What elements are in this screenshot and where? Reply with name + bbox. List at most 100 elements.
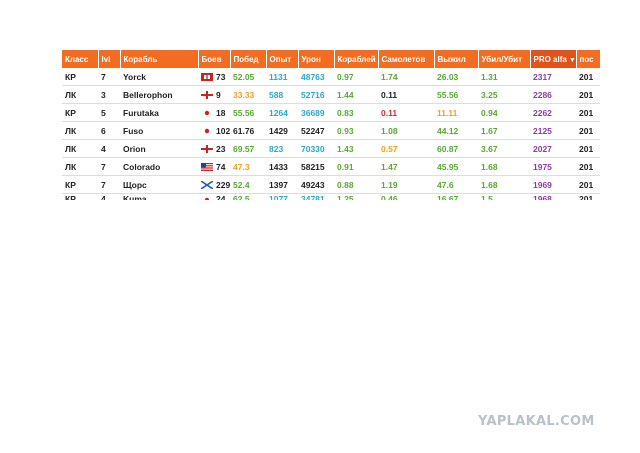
table-row[interactable]: ЛК 7 Colorado 74 47.3 1433 58215 0.91 1.47 45.95 1…: [62, 157, 600, 176]
cell-pro: 2262: [530, 103, 576, 122]
column-header-0[interactable]: Класс: [62, 50, 99, 68]
table-body: КР 7 Yorck 73 52.05 1131 48763 0.97 1.74 26.03 1.3…: [62, 68, 600, 200]
cell-last: 201: [576, 157, 600, 176]
cell-wins: 52.4: [230, 175, 266, 194]
flag-icon: [201, 109, 213, 118]
cell-surv: 60.87: [434, 139, 478, 158]
ship-stats-table: Класс lvl Корабль Боев Побед Опыт Урон Кораблей…: [62, 50, 600, 200]
column-header-4[interactable]: Побед: [230, 50, 267, 68]
flag-icon: [201, 73, 213, 82]
cell-ships: 1.43: [334, 139, 378, 158]
cell-lvl: 4: [98, 193, 120, 200]
cell-pro: 2125: [530, 121, 576, 140]
table-row[interactable]: ЛК 3 Bellerophon 9 33.33 588 52716 1.44 0.11 55.5…: [62, 85, 600, 104]
cell-exp: 1077: [266, 193, 298, 200]
cell-cls: КР: [62, 175, 98, 194]
cell-dmg: 52247: [298, 121, 334, 140]
cell-lvl: 7: [98, 175, 120, 194]
table-row[interactable]: ЛК 6 Fuso 102 61.76 1429 52247 0.93 1.08 44.12 1.6…: [62, 121, 600, 140]
cell-surv: 45.95: [434, 157, 478, 176]
column-header-7[interactable]: Кораблей: [334, 50, 379, 68]
column-header-5[interactable]: Опыт: [266, 50, 299, 68]
flag-icon: [200, 180, 214, 190]
cell-dmg: 52716: [298, 85, 334, 104]
column-header-10[interactable]: Убил/Убит: [478, 50, 531, 68]
cell-planes: 0.46: [378, 193, 434, 200]
cell-planes: 1.08: [378, 121, 434, 140]
cell-cls: КР: [62, 103, 98, 122]
column-header-9[interactable]: Выжил: [434, 50, 479, 68]
cell-kd: 3.67: [478, 139, 530, 158]
column-header-11[interactable]: PRO alfa ▼: [530, 50, 577, 68]
cell-kd: 1.68: [478, 157, 530, 176]
cell-surv: 44.12: [434, 121, 478, 140]
cell-wins: 69.57: [230, 139, 266, 158]
cell-wins: 61.76: [230, 121, 266, 140]
table-row[interactable]: КР 5 Furutaka 18 55.56 1264 36689 0.83 0.11 11.11…: [62, 103, 600, 122]
cell-dmg: 49243: [298, 175, 334, 194]
cell-cls: КР: [62, 68, 98, 86]
column-header-8[interactable]: Самолетов: [378, 50, 435, 68]
cell-pro: 2286: [530, 85, 576, 104]
cell-ship: Colorado: [120, 157, 198, 176]
column-header-label: lvl: [101, 54, 111, 64]
cell-ships: 0.88: [334, 175, 378, 194]
cell-battles: 229: [198, 175, 230, 194]
cell-exp: 1433: [266, 157, 298, 176]
cell-dmg: 70330: [298, 139, 334, 158]
column-header-3[interactable]: Боев: [198, 50, 231, 68]
cell-battles: 102: [198, 121, 230, 140]
battles-value: 102: [216, 125, 230, 136]
cell-last: 201: [576, 85, 600, 104]
cell-lvl: 7: [98, 68, 120, 86]
cell-surv: 55.56: [434, 85, 478, 104]
cell-last: 201: [576, 175, 600, 194]
flag-icon: [201, 145, 213, 154]
table-row[interactable]: КР 7 Yorck 73 52.05 1131 48763 0.97 1.74 26.03 1.3…: [62, 68, 600, 86]
cell-cls: ЛК: [62, 121, 98, 140]
cell-ships: 0.91: [334, 157, 378, 176]
column-header-label: Кораблей: [337, 54, 376, 64]
cell-cls: ЛК: [62, 139, 98, 158]
cell-pro: 1968: [530, 193, 576, 200]
table-row[interactable]: КР 4 Kuma 24 62.5 1077 34781 1.25 0.46 16.67 1.5 19…: [62, 193, 600, 200]
cell-planes: 1.74: [378, 68, 434, 86]
cell-kd: 0.94: [478, 103, 530, 122]
cell-planes: 0.11: [378, 103, 434, 122]
battles-value: 23: [216, 143, 226, 154]
cell-last: 201: [576, 103, 600, 122]
cell-ship: Orion: [120, 139, 198, 158]
cell-battles: 18: [198, 103, 230, 122]
column-header-1[interactable]: lvl: [98, 50, 121, 68]
column-header-12[interactable]: пос: [576, 50, 600, 68]
cell-ships: 1.25: [334, 193, 378, 200]
cell-ship: Bellerophon: [120, 85, 198, 104]
cell-exp: 1264: [266, 103, 298, 122]
cell-cls: ЛК: [62, 85, 98, 104]
cell-last: 201: [576, 68, 600, 86]
column-header-label: Выжил: [437, 54, 466, 64]
cell-planes: 1.19: [378, 175, 434, 194]
column-header-label: Урон: [301, 54, 321, 64]
column-header-label: Убил/Убит: [481, 54, 523, 64]
cell-ships: 0.97: [334, 68, 378, 86]
cell-pro: 1975: [530, 157, 576, 176]
table-row[interactable]: ЛК 4 Orion 23 69.57 823 70330 1.43 0.57 60.87 3.67…: [62, 139, 600, 158]
cell-lvl: 4: [98, 139, 120, 158]
cell-last: 201: [576, 139, 600, 158]
cell-ship: Fuso: [120, 121, 198, 140]
cell-exp: 1429: [266, 121, 298, 140]
column-header-2[interactable]: Корабль: [120, 50, 199, 68]
cell-surv: 47.6: [434, 175, 478, 194]
table-row[interactable]: КР 7 Щорс 229 52.4 1397 49243 0.88 1.19 47.6 1.68 1…: [62, 175, 600, 194]
column-header-6[interactable]: Урон: [298, 50, 335, 68]
cell-lvl: 6: [98, 121, 120, 140]
sort-desc-icon[interactable]: ▼: [569, 57, 575, 64]
battles-value: 9: [216, 89, 221, 100]
stats-table-container: Класс lvl Корабль Боев Побед Опыт Урон Кораблей…: [62, 50, 600, 200]
cell-dmg: 58215: [298, 157, 334, 176]
column-header-label: пос: [579, 54, 594, 64]
column-header-label: Опыт: [269, 54, 292, 64]
cell-last: 201: [576, 193, 600, 200]
cell-dmg: 36689: [298, 103, 334, 122]
